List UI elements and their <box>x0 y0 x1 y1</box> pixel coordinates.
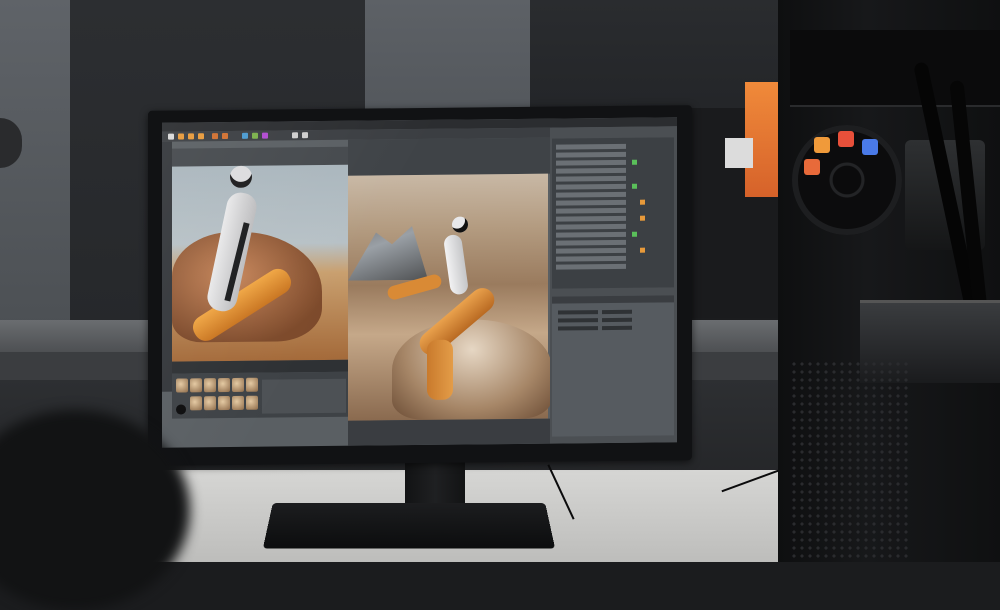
fan-led-orange <box>814 137 830 153</box>
monitor-stand-base <box>263 503 555 548</box>
fan-led-blue <box>862 139 878 155</box>
background-monitor-light <box>725 138 753 168</box>
fan-led-red-2 <box>804 159 820 175</box>
pc-fan-icon <box>792 125 902 235</box>
fan-led-red <box>838 131 854 147</box>
screen-glare <box>162 117 677 447</box>
pc-radiator <box>790 30 1000 107</box>
wall-center <box>365 0 530 120</box>
wall-right <box>530 0 780 120</box>
pc-mesh-panel <box>790 360 910 560</box>
monitor-screen <box>162 117 677 447</box>
monitor-stand-neck <box>405 455 465 510</box>
